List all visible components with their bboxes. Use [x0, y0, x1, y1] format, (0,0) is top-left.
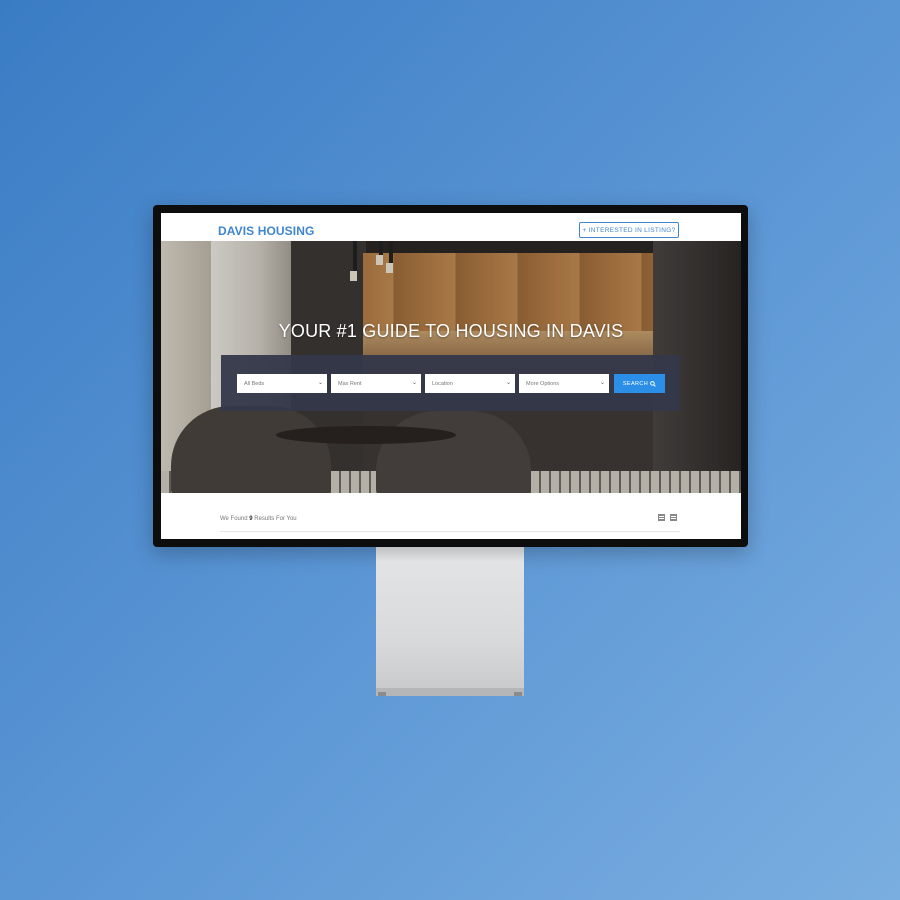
- search-panel: All Beds ⌄ Max Rent ⌄ Location ⌄ More Op…: [221, 355, 680, 411]
- max-rent-select-value: Max Rent: [338, 380, 362, 387]
- monitor-stand-foot: [378, 692, 386, 696]
- chevron-down-icon: ⌄: [505, 380, 511, 386]
- hero-title: YOUR #1 GUIDE TO HOUSING IN DAVIS: [278, 321, 624, 341]
- more-options-select[interactable]: More Options ⌄: [519, 374, 609, 393]
- beds-select[interactable]: All Beds ⌄: [237, 374, 327, 393]
- more-options-select-value: More Options: [526, 380, 560, 387]
- search-icon: [650, 380, 656, 387]
- results-divider: [220, 531, 680, 532]
- chevron-down-icon: ⌄: [599, 380, 605, 386]
- beds-select-value: All Beds: [244, 380, 265, 387]
- search-button[interactable]: SEARCH: [614, 374, 665, 393]
- monitor-stand: [376, 547, 524, 695]
- chevron-down-icon: ⌄: [317, 380, 323, 386]
- max-rent-select[interactable]: Max Rent ⌄: [331, 374, 421, 393]
- list-view-icon[interactable]: [658, 514, 665, 521]
- results-prefix: We Found: [220, 516, 248, 522]
- results-bar: We Found 9 Results For You: [161, 493, 741, 539]
- grid-view-icon[interactable]: [670, 514, 677, 521]
- monitor: DAVIS HOUSING + INTERESTED IN LISTING? Y…: [153, 205, 748, 547]
- interested-in-listing-button[interactable]: + INTERESTED IN LISTING?: [579, 222, 679, 238]
- monitor-stand-foot: [514, 692, 522, 696]
- results-suffix: Results For You: [254, 516, 297, 522]
- hero-section: YOUR #1 GUIDE TO HOUSING IN DAVIS All Be…: [161, 241, 741, 493]
- location-select-value: Location: [432, 380, 453, 387]
- monitor-stand-base: [376, 688, 524, 696]
- screen: DAVIS HOUSING + INTERESTED IN LISTING? Y…: [161, 213, 741, 539]
- location-select[interactable]: Location ⌄: [425, 374, 515, 393]
- results-count: 9: [249, 516, 253, 522]
- chevron-down-icon: ⌄: [411, 380, 417, 386]
- search-button-label: SEARCH: [622, 380, 649, 387]
- results-summary: We Found 9 Results For You: [220, 516, 297, 522]
- site-logo[interactable]: DAVIS HOUSING: [218, 224, 314, 238]
